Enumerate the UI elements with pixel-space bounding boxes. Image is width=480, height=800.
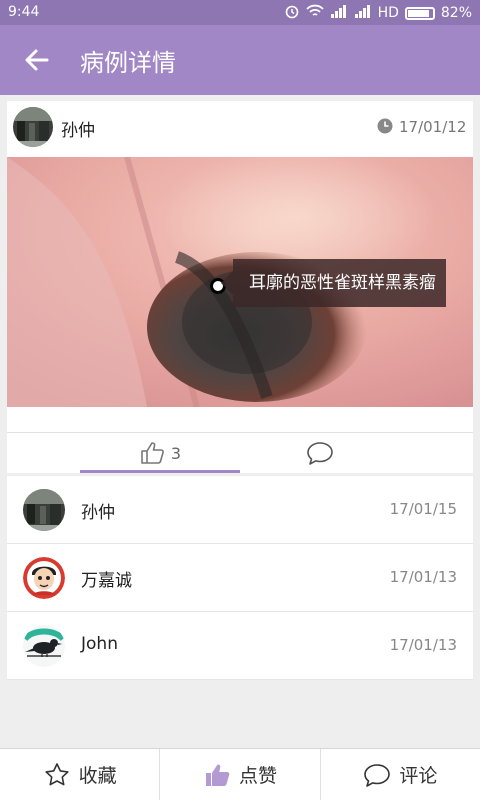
reaction-tabs: 3 bbox=[7, 433, 473, 473]
author-avatar[interactable] bbox=[13, 107, 53, 147]
network-type: HD bbox=[377, 5, 399, 21]
status-indicators: HD 82% bbox=[284, 3, 472, 23]
signal-icon bbox=[330, 4, 348, 22]
tab-likes[interactable]: 3 bbox=[80, 433, 240, 473]
bottom-action-bar: 收藏 点赞 评论 bbox=[0, 748, 480, 800]
comment-label: 评论 bbox=[399, 765, 438, 787]
user-name: John bbox=[81, 634, 118, 654]
like-count: 3 bbox=[170, 443, 182, 463]
case-photo[interactable]: 耳廓的恶性雀斑样黑素瘤 bbox=[7, 157, 473, 407]
battery-level: 82% bbox=[440, 5, 472, 21]
post-date: 17/01/12 bbox=[399, 118, 467, 136]
wifi-icon bbox=[305, 4, 324, 22]
list-item[interactable]: 万嘉诚 17/01/13 bbox=[7, 544, 473, 612]
signal-icon-2 bbox=[354, 4, 372, 22]
active-tab-indicator bbox=[80, 470, 240, 473]
like-date: 17/01/15 bbox=[389, 500, 457, 518]
status-time: 9:44 bbox=[8, 4, 40, 20]
battery-icon bbox=[404, 6, 435, 20]
list-item[interactable]: 孙仲 17/01/15 bbox=[7, 476, 473, 544]
comment-button[interactable]: 评论 bbox=[321, 749, 480, 800]
favorite-button[interactable]: 收藏 bbox=[0, 749, 161, 800]
list-item[interactable]: John 17/01/13 bbox=[7, 612, 473, 680]
favorite-label: 收藏 bbox=[78, 765, 117, 787]
like-label: 点赞 bbox=[238, 765, 277, 787]
status-bar: 9:44 HD 82% bbox=[0, 0, 480, 25]
user-name: 万嘉诚 bbox=[81, 571, 132, 591]
author-name: 孙仲 bbox=[61, 121, 95, 141]
clock-icon bbox=[377, 118, 393, 134]
comment-icon bbox=[307, 442, 333, 465]
app-bar: 病例详情 bbox=[0, 25, 480, 95]
thumbs-up-icon bbox=[141, 442, 164, 464]
thumbs-up-filled-icon bbox=[205, 764, 230, 786]
like-button[interactable]: 点赞 bbox=[160, 749, 321, 800]
user-avatar[interactable] bbox=[23, 625, 65, 667]
user-name: 孙仲 bbox=[81, 503, 115, 523]
post-header: 孙仲 17/01/12 bbox=[7, 101, 473, 157]
tab-comments[interactable] bbox=[240, 433, 400, 473]
likers-list: 孙仲 17/01/15 万嘉诚 17/01/13 John 17/01/13 bbox=[7, 476, 473, 680]
back-button[interactable] bbox=[22, 45, 52, 75]
page-title: 病例详情 bbox=[80, 49, 176, 77]
arrow-left-icon bbox=[25, 49, 49, 71]
user-avatar[interactable] bbox=[23, 557, 65, 599]
star-icon bbox=[45, 762, 69, 785]
like-date: 17/01/13 bbox=[389, 568, 457, 586]
user-avatar[interactable] bbox=[23, 489, 65, 531]
post-card: 孙仲 17/01/12 耳廓的恶性雀斑样黑素瘤 3 bbox=[7, 101, 473, 473]
alarm-icon bbox=[284, 3, 300, 23]
like-date: 17/01/13 bbox=[389, 636, 457, 654]
lesion-tag-label[interactable]: 耳廓的恶性雀斑样黑素瘤 bbox=[221, 259, 446, 307]
comment-icon bbox=[364, 763, 391, 787]
